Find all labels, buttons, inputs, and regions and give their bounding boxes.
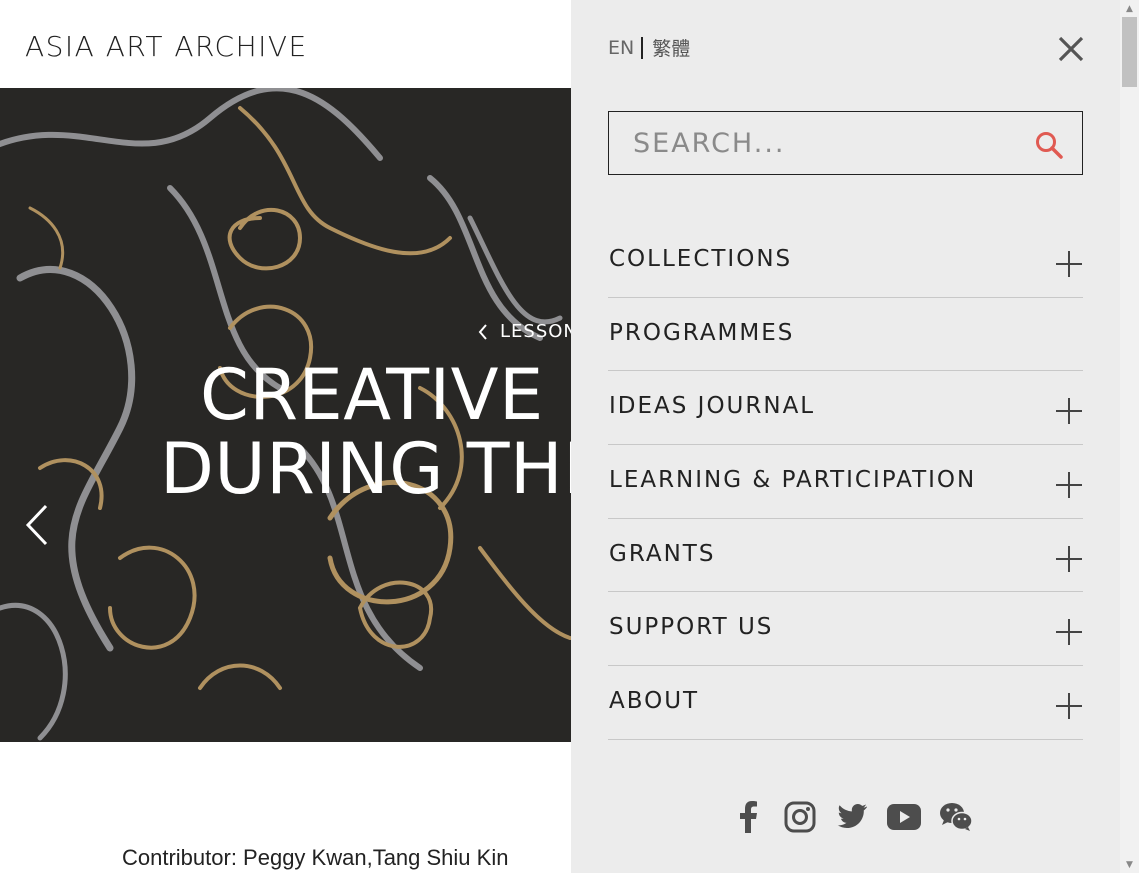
nav-item-label: COLLECTIONS <box>609 246 793 272</box>
scrollbar-thumb[interactable] <box>1122 17 1137 87</box>
plus-icon[interactable] <box>1055 618 1083 646</box>
close-icon[interactable] <box>1057 35 1085 63</box>
hero-breadcrumb[interactable]: LESSON <box>478 321 571 342</box>
facebook-icon[interactable] <box>731 800 765 834</box>
nav-item-grants[interactable]: GRANTS <box>608 519 1083 593</box>
wechat-icon[interactable] <box>939 800 973 834</box>
plus-icon[interactable] <box>1055 250 1083 278</box>
social-links <box>731 800 973 834</box>
lang-divider <box>641 36 644 59</box>
site-header: ASIA ART ARCHIVE <box>0 0 571 88</box>
breadcrumb-label: LESSON <box>500 321 571 342</box>
language-switcher: EN 繁體 <box>608 34 690 61</box>
plus-icon[interactable] <box>1055 397 1083 425</box>
menu-panel: EN 繁體 COLLECTIONS PROGRAMMES IDEAS JOURN… <box>571 0 1120 873</box>
hero-title: CREATIVE E DURING THE <box>160 358 571 506</box>
nav-item-label: LEARNING & PARTICIPATION <box>609 467 977 494</box>
nav-item-collections[interactable]: COLLECTIONS <box>608 224 1083 298</box>
nav-item-support-us[interactable]: SUPPORT US <box>608 592 1083 667</box>
instagram-icon[interactable] <box>783 800 817 834</box>
nav-item-label: IDEAS JOURNAL <box>609 393 816 420</box>
contributor-text: Contributor: Peggy Kwan,Tang Shiu Kin <box>122 845 509 870</box>
nav-item-programmes[interactable]: PROGRAMMES <box>608 298 1083 372</box>
hero-title-line1: CREATIVE E <box>200 354 571 436</box>
carousel-prev-icon[interactable] <box>22 502 52 548</box>
plus-icon[interactable] <box>1055 471 1083 499</box>
nav-item-learning-participation[interactable]: LEARNING & PARTICIPATION <box>608 445 1083 519</box>
scroll-up-icon[interactable]: ▲ <box>1120 0 1139 17</box>
chevron-left-icon <box>478 323 487 340</box>
search-input[interactable] <box>633 122 1013 164</box>
plus-icon[interactable] <box>1055 545 1083 573</box>
scroll-down-icon[interactable]: ▼ <box>1120 856 1139 873</box>
lang-en[interactable]: EN <box>608 37 634 59</box>
search-box <box>608 111 1083 175</box>
site-logo[interactable]: ASIA ART ARCHIVE <box>25 30 308 63</box>
hero-carousel: LESSON CREATIVE E DURING THE <box>0 88 571 742</box>
youtube-icon[interactable] <box>887 800 921 834</box>
page-scrollbar[interactable]: ▲ ▼ <box>1120 0 1139 873</box>
nav-item-label: PROGRAMMES <box>609 319 795 346</box>
nav-item-label: ABOUT <box>609 688 700 715</box>
twitter-icon[interactable] <box>835 800 869 834</box>
lang-zh[interactable]: 繁體 <box>652 34 690 61</box>
search-icon[interactable] <box>1034 130 1064 160</box>
nav-item-label: SUPPORT US <box>609 614 774 641</box>
plus-icon[interactable] <box>1055 692 1083 720</box>
main-nav: COLLECTIONS PROGRAMMES IDEAS JOURNAL LEA… <box>608 224 1083 740</box>
nav-item-label: GRANTS <box>609 540 716 567</box>
nav-item-ideas-journal[interactable]: IDEAS JOURNAL <box>608 371 1083 446</box>
hero-title-line2: DURING THE <box>160 428 571 510</box>
nav-item-about[interactable]: ABOUT <box>608 666 1083 740</box>
